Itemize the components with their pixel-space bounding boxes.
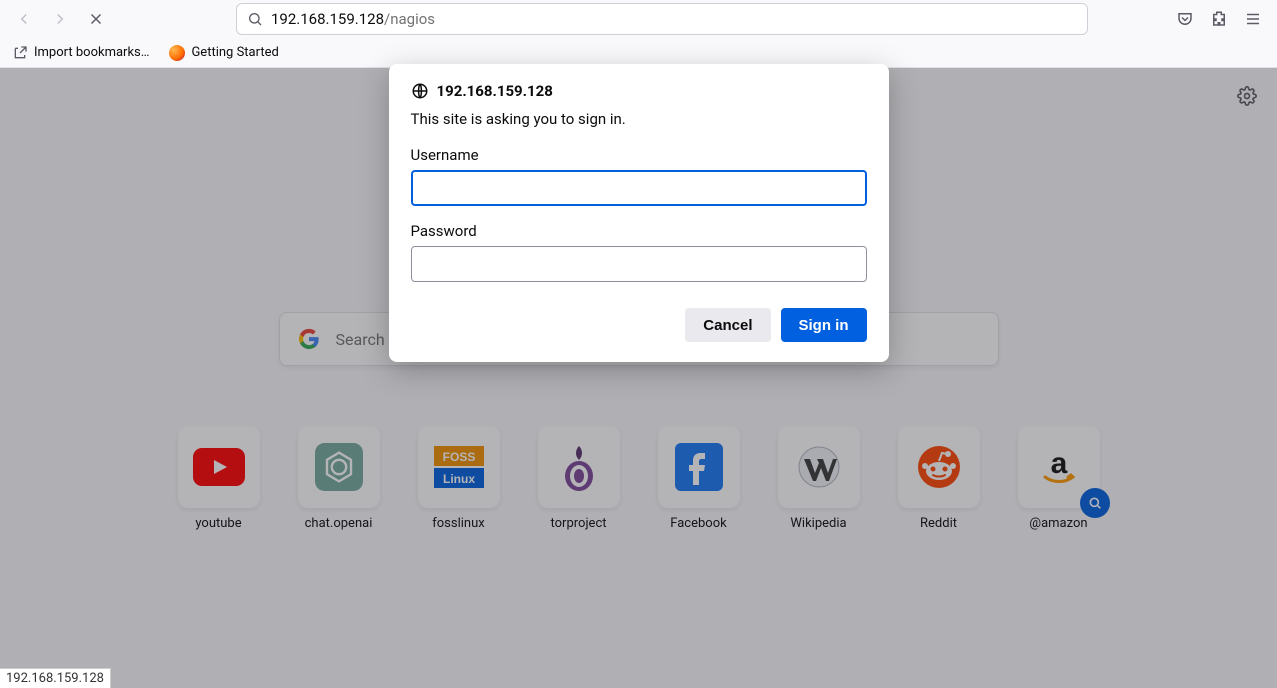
globe-icon bbox=[411, 82, 429, 100]
signin-button[interactable]: Sign in bbox=[781, 308, 867, 342]
stop-button[interactable] bbox=[80, 3, 112, 35]
back-button bbox=[8, 3, 40, 35]
import-bookmarks-label: Import bookmarks… bbox=[34, 45, 149, 60]
getting-started-bookmark[interactable]: Getting Started bbox=[165, 43, 282, 63]
password-input[interactable] bbox=[411, 246, 867, 282]
url-text: 192.168.159.128/nagios bbox=[271, 10, 1077, 28]
forward-button bbox=[44, 3, 76, 35]
status-text: 192.168.159.128 bbox=[6, 671, 104, 686]
getting-started-label: Getting Started bbox=[191, 45, 278, 60]
password-label: Password bbox=[411, 222, 867, 240]
url-path: /nagios bbox=[384, 10, 435, 28]
auth-message: This site is asking you to sign in. bbox=[411, 110, 867, 128]
cancel-button[interactable]: Cancel bbox=[685, 308, 770, 342]
username-input[interactable] bbox=[411, 170, 867, 206]
status-bar: 192.168.159.128 bbox=[0, 668, 111, 688]
url-bar[interactable]: 192.168.159.128/nagios bbox=[236, 3, 1088, 35]
auth-host: 192.168.159.128 bbox=[437, 82, 553, 100]
firefox-icon bbox=[169, 45, 185, 61]
pocket-button[interactable] bbox=[1169, 3, 1201, 35]
search-icon bbox=[247, 11, 263, 27]
menu-button[interactable] bbox=[1237, 3, 1269, 35]
username-label: Username bbox=[411, 146, 867, 164]
http-auth-dialog: 192.168.159.128 This site is asking you … bbox=[389, 64, 889, 362]
url-host: 192.168.159.128 bbox=[271, 10, 384, 28]
browser-toolbar: 192.168.159.128/nagios bbox=[0, 0, 1277, 38]
import-icon bbox=[12, 45, 28, 61]
extensions-button[interactable] bbox=[1203, 3, 1235, 35]
import-bookmarks-button[interactable]: Import bookmarks… bbox=[8, 43, 153, 63]
